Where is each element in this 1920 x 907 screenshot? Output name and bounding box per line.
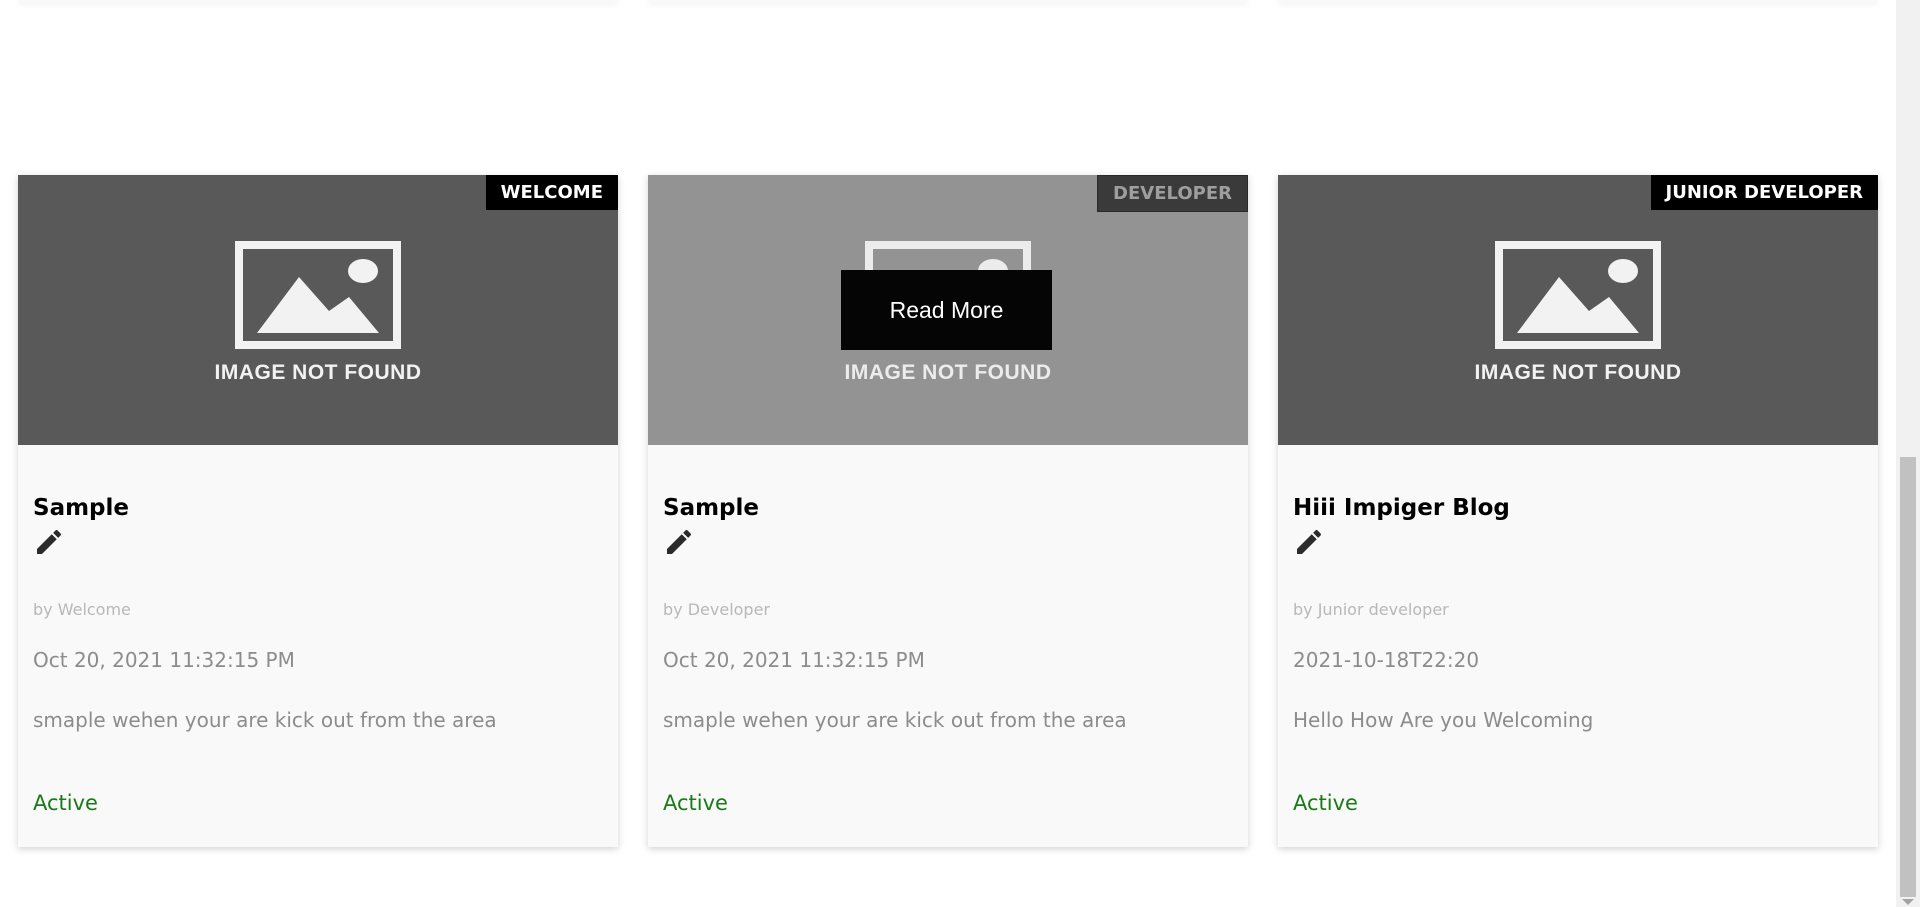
category-tag: JUNIOR DEVELOPER — [1650, 175, 1878, 210]
read-more-button[interactable]: Read More — [841, 270, 1052, 350]
blog-card-junior-developer[interactable]: IMAGE NOT FOUND JUNIOR DEVELOPER Hiii Im… — [1278, 175, 1878, 847]
image-placeholder: IMAGE NOT FOUND — [1278, 241, 1878, 385]
image-placeholder: IMAGE NOT FOUND — [18, 241, 618, 385]
status-label: Active — [33, 791, 98, 815]
blog-grid-page: IMAGE NOT FOUND WELCOME Sample by Welcom… — [0, 0, 1896, 907]
post-description: Hello How Are you Welcoming — [1293, 708, 1594, 732]
previous-card-edge — [648, 0, 1248, 1]
vertical-scrollbar[interactable] — [1896, 0, 1920, 907]
image-not-found-text: IMAGE NOT FOUND — [844, 361, 1052, 384]
pencil-icon[interactable] — [33, 526, 65, 558]
blog-card-developer[interactable]: IMAGE NOT FOUND DEVELOPER Read More Samp… — [648, 175, 1248, 847]
card-title[interactable]: Sample — [663, 495, 759, 521]
post-description: smaple wehen your are kick out from the … — [33, 708, 497, 732]
image-placeholder-icon — [235, 241, 401, 349]
card-title[interactable]: Sample — [33, 495, 129, 521]
image-not-found-text: IMAGE NOT FOUND — [1474, 361, 1682, 384]
card-image[interactable]: IMAGE NOT FOUND DEVELOPER Read More — [648, 175, 1248, 445]
card-title[interactable]: Hiii Impiger Blog — [1293, 495, 1510, 521]
image-placeholder-icon — [1495, 241, 1661, 349]
category-tag: DEVELOPER — [1097, 175, 1248, 212]
card-image[interactable]: IMAGE NOT FOUND WELCOME — [18, 175, 618, 445]
author-label: by Welcome — [33, 600, 131, 619]
scroll-down-arrow-icon[interactable] — [1902, 899, 1914, 905]
previous-card-edge — [1278, 0, 1878, 1]
category-tag: WELCOME — [485, 175, 618, 210]
pencil-icon[interactable] — [663, 526, 695, 558]
card-image[interactable]: IMAGE NOT FOUND JUNIOR DEVELOPER — [1278, 175, 1878, 445]
post-date: 2021-10-18T22:20 — [1293, 648, 1480, 672]
author-label: by Developer — [663, 600, 770, 619]
post-description: smaple wehen your are kick out from the … — [663, 708, 1127, 732]
author-label: by Junior developer — [1293, 600, 1449, 619]
status-label: Active — [663, 791, 728, 815]
pencil-icon[interactable] — [1293, 526, 1325, 558]
scrollbar-thumb[interactable] — [1900, 457, 1916, 897]
post-date: Oct 20, 2021 11:32:15 PM — [33, 648, 295, 672]
blog-card-welcome[interactable]: IMAGE NOT FOUND WELCOME Sample by Welcom… — [18, 175, 618, 847]
post-date: Oct 20, 2021 11:32:15 PM — [663, 648, 925, 672]
previous-card-edge — [18, 0, 618, 1]
image-not-found-text: IMAGE NOT FOUND — [214, 361, 422, 384]
status-label: Active — [1293, 791, 1358, 815]
